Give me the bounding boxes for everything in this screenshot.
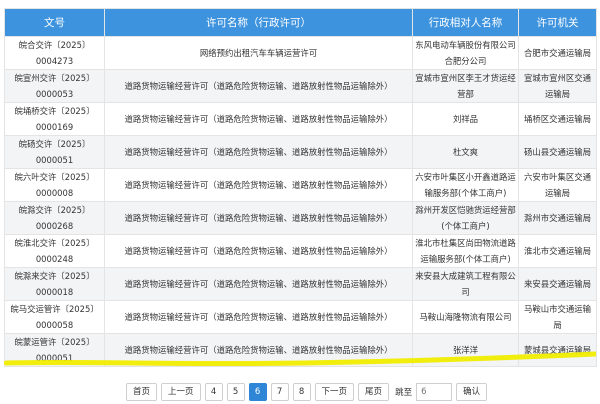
jump-page-input[interactable] <box>416 383 453 401</box>
cell-authority: 砀山县交通运输局 <box>518 135 597 169</box>
cell-authority: 蒙城县交通运输局 <box>518 333 597 367</box>
table-row: 皖宣州交许〔2025〕0000053 道路货物运输经营许可（道路危险货物运输、道路… <box>4 69 597 103</box>
page-button-8[interactable]: 8 <box>292 383 311 401</box>
page-button-7[interactable]: 7 <box>270 383 289 401</box>
cell-counterparty: 杜文爽 <box>412 135 519 169</box>
table-row: 皖马交运管许〔2025〕0000058 道路货物运输经营许可（道路危险货物运输、道… <box>4 300 597 334</box>
table-row: 皖滁来交许〔2025〕0000018 道路货物运输经营许可（道路危险货物运输、道路… <box>4 267 597 301</box>
cell-authority: 滁州市交通运输局 <box>518 201 597 235</box>
cell-authority: 埇桥区交通运输局 <box>518 102 597 136</box>
jump-to-label: 跳至 <box>395 388 413 398</box>
page-button-5[interactable]: 5 <box>226 383 245 401</box>
cell-license-name: 道路货物运输经营许可（道路危险货物运输、道路放射性物品运输除外） <box>104 168 413 202</box>
cell-license-name: 道路货物运输经营许可（道路危险货物运输、道路放射性物品运输除外） <box>104 300 413 334</box>
cell-license-name: 道路货物运输经营许可（道路危险货物运输、道路放射性物品运输除外） <box>104 267 413 301</box>
table-row: 皖合交许〔2025〕0004273 网络预约出租汽车车辆运营许可 东风电动车辆股份有… <box>4 36 597 70</box>
cell-authority: 马鞍山市交通运输局 <box>518 300 597 334</box>
table-row: 皖埇桥交许〔2025〕0000169 道路货物运输经营许可（道路危险货物运输、道路… <box>4 102 597 136</box>
page-button-6-current[interactable]: 6 <box>248 383 267 401</box>
table-row: 皖淮北交许〔2025〕0000248 道路货物运输经营许可（道路危险货物运输、道路… <box>4 234 597 268</box>
cell-counterparty: 刘祥品 <box>412 102 519 136</box>
cell-authority: 来安县交通运输局 <box>518 267 597 301</box>
cell-license-name: 网络预约出租汽车车辆运营许可 <box>104 36 413 70</box>
cell-doc-number: 皖滁来交许〔2025〕0000018 <box>4 267 105 301</box>
cell-doc-number: 皖马交运管许〔2025〕0000058 <box>4 300 105 334</box>
page-button-4[interactable]: 4 <box>204 383 223 401</box>
header-authority: 许可机关 <box>518 8 597 37</box>
cell-doc-number: 皖砀交许〔2025〕0000051 <box>4 135 105 169</box>
cell-doc-number: 皖蒙运管许〔2025〕0000051 <box>4 333 105 367</box>
table-row: 皖砀交许〔2025〕0000051 道路货物运输经营许可（道路危险货物运输、道路放… <box>4 135 597 169</box>
prev-page-button[interactable]: 上一页 <box>161 383 201 401</box>
header-doc-number: 文号 <box>4 8 105 37</box>
cell-counterparty: 六安市叶集区小开鑫道路运输服务部(个体工商户) <box>412 168 519 202</box>
license-table-container: 文号 许可名称（行政许可） 行政相对人名称 许可机关 皖合交许〔2025〕000… <box>4 8 597 367</box>
cell-authority: 六安市叶集区交通运输局 <box>518 168 597 202</box>
table-row: 皖蒙运管许〔2025〕0000051 道路货物运输经营许可（道路危险货物运输、道路… <box>4 333 597 367</box>
cell-authority: 宣城市宣州区交通运输局 <box>518 69 597 103</box>
cell-license-name: 道路货物运输经营许可（道路危险货物运输、道路放射性物品运输除外） <box>104 234 413 268</box>
license-table: 文号 许可名称（行政许可） 行政相对人名称 许可机关 皖合交许〔2025〕000… <box>4 8 597 367</box>
cell-doc-number: 皖埇桥交许〔2025〕0000169 <box>4 102 105 136</box>
table-row: 皖六叶交许〔2025〕0000008 道路货物运输经营许可（道路危险货物运输、道路… <box>4 168 597 202</box>
cell-counterparty: 宣城市宣州区李王才货运经营部 <box>412 69 519 103</box>
cell-license-name: 道路货物运输经营许可（道路危险货物运输、道路放射性物品运输除外） <box>104 102 413 136</box>
next-page-button[interactable]: 下一页 <box>314 383 355 401</box>
table-row: 皖滁交许〔2025〕0000268 道路货物运输经营许可（道路危险货物运输、道路放… <box>4 201 597 235</box>
cell-doc-number: 皖滁交许〔2025〕0000268 <box>4 201 105 235</box>
cell-authority: 淮北市交通运输局 <box>518 234 597 268</box>
cell-license-name: 道路货物运输经营许可（道路危险货物运输、道路放射性物品运输除外） <box>104 333 413 367</box>
cell-license-name: 道路货物运输经营许可（道路危险货物运输、道路放射性物品运输除外） <box>104 201 413 235</box>
cell-counterparty: 马鞍山海隆物流有限公司 <box>412 300 519 334</box>
last-page-button[interactable]: 尾页 <box>358 383 390 401</box>
pagination: 首页 上一页 4 5 6 7 8 下一页 尾页 跳至 确认 <box>126 383 488 401</box>
header-counterparty: 行政相对人名称 <box>412 8 519 37</box>
header-license-name: 许可名称（行政许可） <box>104 8 413 37</box>
cell-doc-number: 皖淮北交许〔2025〕0000248 <box>4 234 105 268</box>
cell-counterparty: 张洋洋 <box>412 333 519 367</box>
confirm-jump-button[interactable]: 确认 <box>456 383 488 401</box>
cell-license-name: 道路货物运输经营许可（道路危险货物运输、道路放射性物品运输除外） <box>104 69 413 103</box>
cell-doc-number: 皖宣州交许〔2025〕0000053 <box>4 69 105 103</box>
cell-license-name: 道路货物运输经营许可（道路危险货物运输、道路放射性物品运输除外） <box>104 135 413 169</box>
cell-counterparty: 东风电动车辆股份有限公司合肥分公司 <box>412 36 519 70</box>
table-body: 皖合交许〔2025〕0004273 网络预约出租汽车车辆运营许可 东风电动车辆股份有… <box>4 36 597 367</box>
cell-counterparty: 来安县大成建筑工程有限公司 <box>412 267 519 301</box>
cell-counterparty: 滁州开发区恺驰货运经营部(个体工商户) <box>412 201 519 235</box>
table-header-row: 文号 许可名称（行政许可） 行政相对人名称 许可机关 <box>4 8 597 37</box>
cell-doc-number: 皖六叶交许〔2025〕0000008 <box>4 168 105 202</box>
cell-doc-number: 皖合交许〔2025〕0004273 <box>4 36 105 70</box>
first-page-button[interactable]: 首页 <box>126 383 158 401</box>
cell-counterparty: 淮北市杜集区尚田物流道路运输服务部(个体工商户) <box>412 234 519 268</box>
cell-authority: 合肥市交通运输局 <box>518 36 597 70</box>
